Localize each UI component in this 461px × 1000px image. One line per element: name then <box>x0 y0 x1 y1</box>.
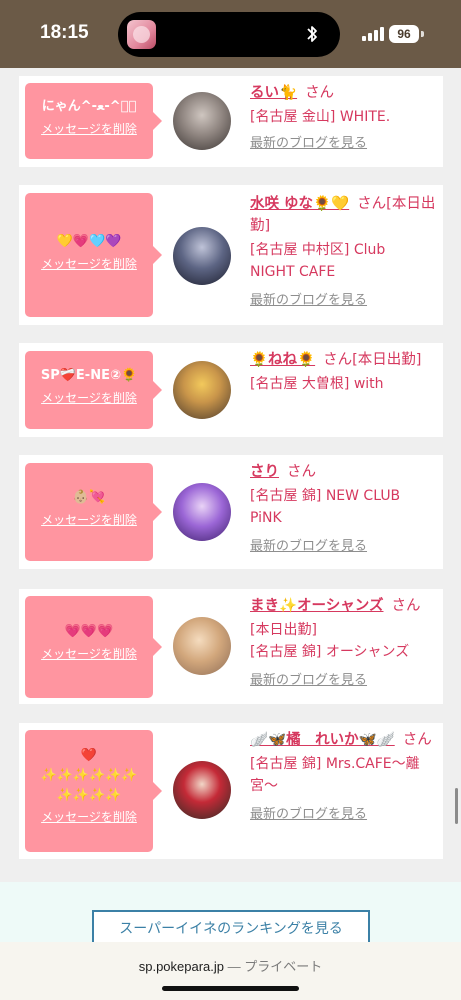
message-card: ❤️ ✨✨✨✨✨✨ ✨✨✨✨ メッセージを削除 🪽🦋橘 れいか🦋🪽 さん [名古屋… <box>19 723 443 859</box>
message-text: 👶🏼💘 <box>72 490 106 505</box>
dynamic-island <box>118 12 340 57</box>
avatar[interactable] <box>173 483 231 541</box>
message-card: にゃん^-ﻌ-^ฅ゙ メッセージを削除 るい🐈 さん [名古屋 金山] WHITE… <box>19 76 443 167</box>
avatar[interactable] <box>173 617 231 675</box>
url-domain: sp.pokepara.jp <box>138 959 225 974</box>
message-bubble: 💗💗💗 メッセージを削除 <box>25 596 162 698</box>
delete-message-link[interactable]: メッセージを削除 <box>41 511 137 528</box>
message-card: 💛💗🩵💜 メッセージを削除 水咲 ゆな🌻💛 さん[本日出勤] [名古屋 中村区] … <box>19 185 443 325</box>
shop-line: [本日出勤] <box>250 622 317 638</box>
cast-name-link[interactable]: るい🐈 <box>250 85 297 101</box>
message-text: 💛💗🩵💜 <box>56 234 122 249</box>
latest-blog-link[interactable]: 最新のブログを見る <box>250 289 367 308</box>
cast-name-link[interactable]: 🪽🦋橘 れいか🦋🪽 <box>250 732 395 748</box>
message-bubble: SP❤️‍🩹E-NE②🌻 メッセージを削除 <box>25 351 162 429</box>
shop-line: [名古屋 錦] NEW CLUB <box>250 488 401 504</box>
honorific: さん <box>402 732 432 748</box>
honorific: さん <box>305 85 335 101</box>
avatar[interactable] <box>173 361 231 419</box>
shop-line: [名古屋 金山] WHITE. <box>250 109 391 125</box>
shop-line: [名古屋 中村区] Club <box>250 242 386 258</box>
clock: 18:15 <box>40 22 89 43</box>
message-bubble: 💛💗🩵💜 メッセージを削除 <box>25 193 162 317</box>
shop-line: [名古屋 大曽根] with <box>250 376 384 392</box>
scrollbar[interactable] <box>455 788 458 824</box>
battery-tip <box>421 31 424 37</box>
message-bubble: ❤️ ✨✨✨✨✨✨ ✨✨✨✨ メッセージを削除 <box>25 730 162 852</box>
message-card: SP❤️‍🩹E-NE②🌻 メッセージを削除 🌻ねね🌻 さん[本日出勤] [名古屋 … <box>19 343 443 437</box>
message-text: 💗💗💗 <box>64 624 114 639</box>
message-text: SP❤️‍🩹E-NE②🌻 <box>40 368 138 383</box>
battery-icon: 96 <box>389 25 419 43</box>
message-card: 👶🏼💘 メッセージを削除 さり さん [名古屋 錦] NEW CLUB PiNK … <box>19 455 443 569</box>
cast-name-link[interactable]: まき✨オーシャンズ <box>250 598 383 614</box>
latest-blog-link[interactable]: 最新のブログを見る <box>250 803 367 822</box>
private-mode-label: プライベート <box>244 959 323 974</box>
honorific: さん[本日出勤] <box>323 352 422 368</box>
avatar[interactable] <box>173 92 231 150</box>
delete-message-link[interactable]: メッセージを削除 <box>41 645 137 662</box>
shop-line: PiNK <box>250 510 282 526</box>
message-card: 💗💗💗 メッセージを削除 まき✨オーシャンズ さん [本日出勤] [名古屋 錦] … <box>19 589 443 704</box>
latest-blog-link[interactable]: 最新のブログを見る <box>250 669 367 688</box>
message-text: ❤️ ✨✨✨✨✨✨ ✨✨✨✨ <box>40 748 138 803</box>
avatar[interactable] <box>173 227 231 285</box>
shop-line: [名古屋 錦] オーシャンズ <box>250 644 410 660</box>
delete-message-link[interactable]: メッセージを削除 <box>41 255 137 272</box>
cast-name-link[interactable]: さり <box>250 464 279 480</box>
cast-name-link[interactable]: 🌻ねね🌻 <box>250 352 315 368</box>
now-playing-app-icon <box>127 20 156 49</box>
home-indicator[interactable] <box>162 986 299 991</box>
shop-line: 宮〜 <box>250 778 278 794</box>
latest-blog-link[interactable]: 最新のブログを見る <box>250 535 367 554</box>
url-text[interactable]: sp.pokepara.jp — プライベート <box>0 956 461 975</box>
honorific: さん <box>391 598 421 614</box>
message-bubble: にゃん^-ﻌ-^ฅ゙ メッセージを削除 <box>25 83 162 159</box>
bluetooth-icon <box>307 26 317 42</box>
shop-line: [名古屋 錦] Mrs.CAFE〜離 <box>250 756 420 772</box>
shop-line: NIGHT CAFE <box>250 264 336 280</box>
message-bubble: 👶🏼💘 メッセージを削除 <box>25 463 162 561</box>
delete-message-link[interactable]: メッセージを削除 <box>41 389 137 406</box>
message-text: にゃん^-ﻌ-^ฅ゙ <box>41 99 137 114</box>
cellular-signal-icon <box>362 27 384 41</box>
delete-message-link[interactable]: メッセージを削除 <box>41 120 137 137</box>
honorific: さん <box>287 464 316 480</box>
status-bar: 18:15 96 <box>0 0 461 68</box>
url-separator: — <box>224 959 245 974</box>
latest-blog-link[interactable]: 最新のブログを見る <box>250 132 367 151</box>
avatar[interactable] <box>173 761 231 819</box>
delete-message-link[interactable]: メッセージを削除 <box>41 808 137 825</box>
browser-url-bar[interactable]: sp.pokepara.jp — プライベート <box>0 942 461 1000</box>
cast-name-link[interactable]: 水咲 ゆな🌻💛 <box>250 196 349 212</box>
